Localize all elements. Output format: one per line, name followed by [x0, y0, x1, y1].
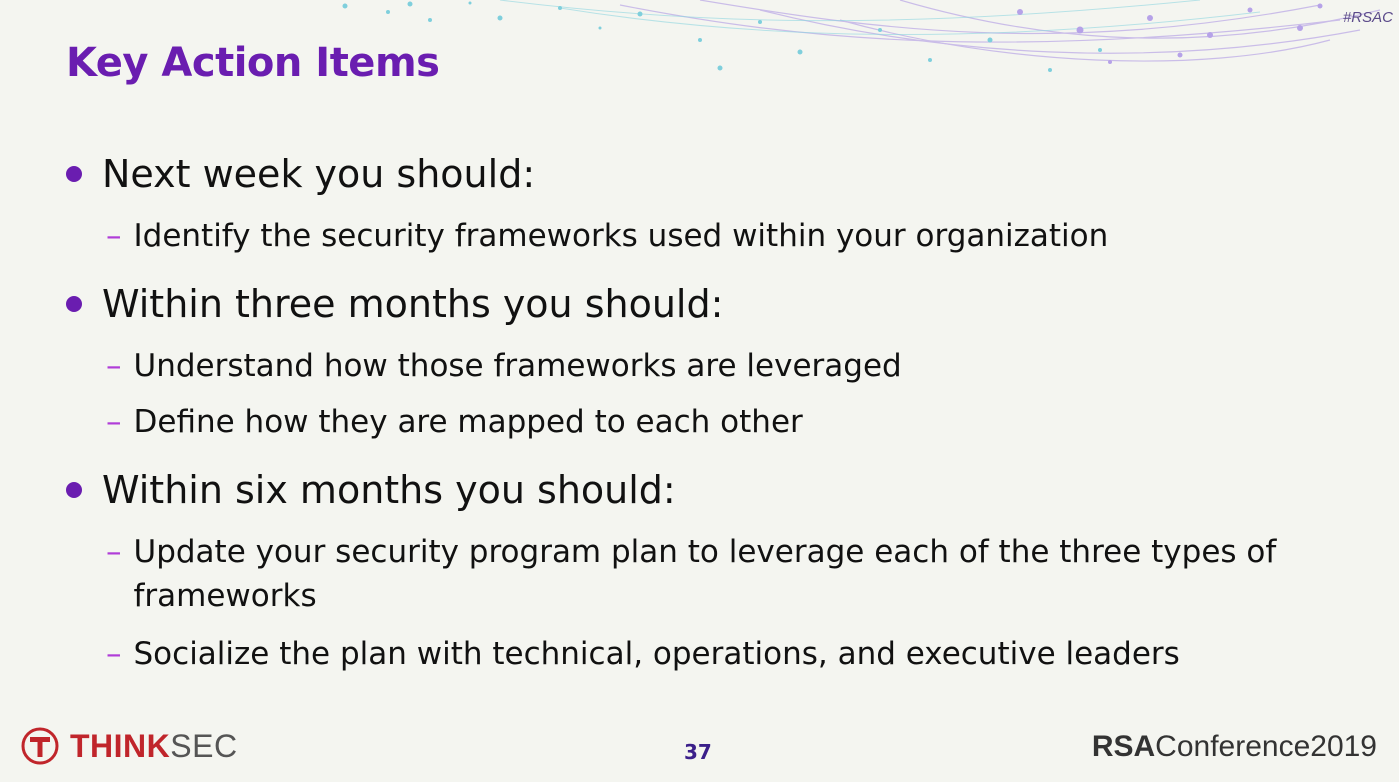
dash-icon: –: [106, 404, 122, 440]
bullet-dot-icon: [66, 166, 82, 182]
rsa-logo-light: Conference2019: [1155, 730, 1377, 763]
logo-text-sec: SEC: [170, 727, 238, 764]
bullet-heading: Within six months you should:: [102, 468, 676, 512]
bullet-three-months: Within three months you should:: [66, 282, 723, 326]
slide-title: Key Action Items: [66, 40, 440, 86]
sub-item-text: Update your security program plan to lev…: [133, 534, 1277, 614]
sub-item: – Define how they are mapped to each oth…: [106, 400, 1334, 444]
sub-item-text: Socialize the plan with technical, opera…: [133, 636, 1180, 672]
thinksec-logo-icon: [21, 727, 59, 765]
rsa-logo-bold: RSA: [1091, 730, 1156, 763]
sub-item-text: Define how they are mapped to each other: [133, 404, 803, 440]
hashtag-label: #RSAC: [1342, 9, 1393, 26]
slide: #RSAC Key Action Items Next week you sho…: [0, 0, 1399, 782]
bullet-dot-icon: [66, 296, 82, 312]
logo-text-think: THINK: [70, 727, 171, 764]
sub-item: – Identify the security frameworks used …: [106, 214, 1334, 258]
sub-item-text: Understand how those frameworks are leve…: [133, 348, 902, 384]
bullet-heading: Next week you should:: [102, 152, 536, 196]
dash-icon: –: [106, 636, 122, 672]
thinksec-logo: THINKSEC: [20, 726, 238, 766]
sub-item: – Understand how those frameworks are le…: [106, 344, 1334, 388]
dash-icon: –: [106, 534, 122, 570]
bullet-next-week: Next week you should:: [66, 152, 535, 196]
rsa-conference-logo: RSAConference2019: [1092, 730, 1377, 764]
sub-item: – Update your security program plan to l…: [106, 530, 1324, 618]
dash-icon: –: [106, 218, 122, 254]
bullet-dot-icon: [66, 482, 82, 498]
dash-icon: –: [106, 348, 122, 384]
sub-item-text: Identify the security frameworks used wi…: [133, 218, 1109, 254]
sub-item: – Socialize the plan with technical, ope…: [106, 632, 1334, 676]
bullet-six-months: Within six months you should:: [66, 468, 676, 512]
page-number: 37: [684, 740, 712, 764]
bullet-heading: Within three months you should:: [102, 282, 724, 326]
